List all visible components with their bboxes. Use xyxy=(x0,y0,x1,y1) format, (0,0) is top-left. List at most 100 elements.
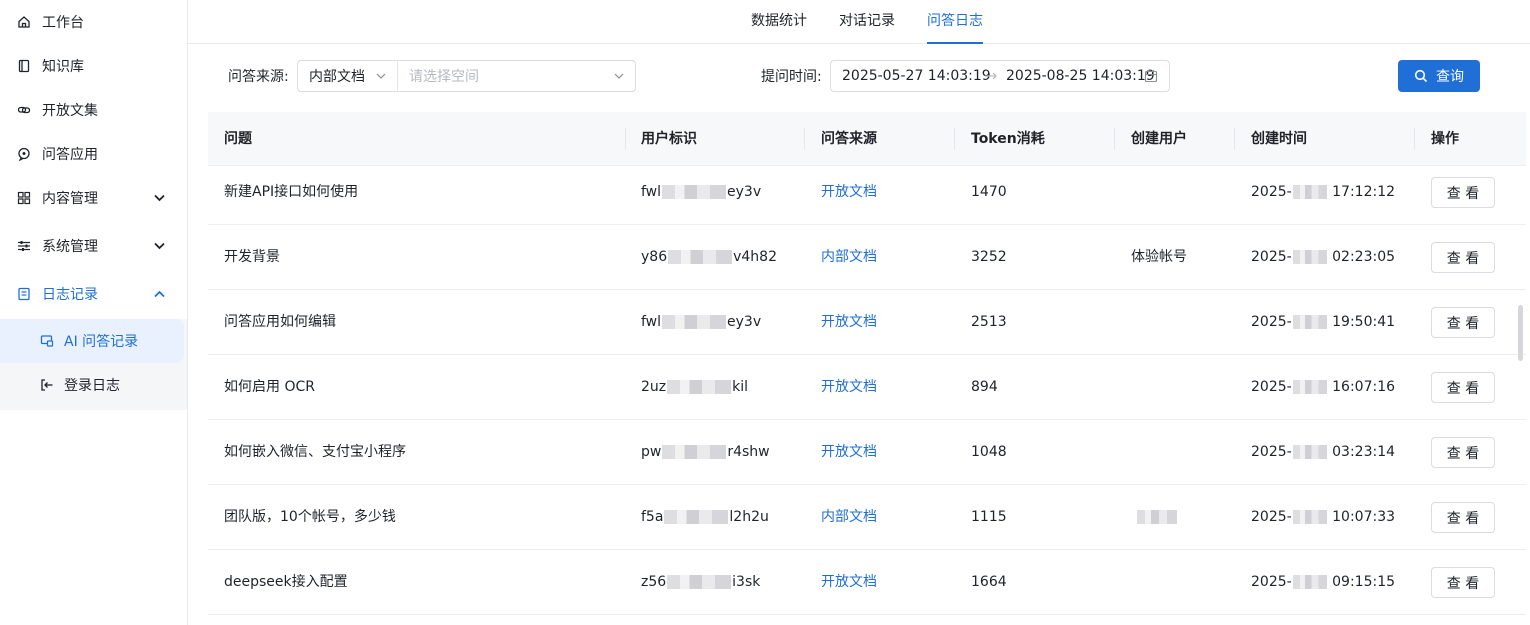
cell-source-link[interactable]: 开放文档 xyxy=(821,355,877,420)
view-button[interactable]: 查 看 xyxy=(1431,502,1495,533)
vertical-scrollbar[interactable] xyxy=(1518,305,1523,361)
cell-source-link[interactable]: 开放文档 xyxy=(821,420,877,485)
user-id-prefix: y86 xyxy=(641,249,668,265)
redacted-mask xyxy=(1292,185,1327,199)
redacted-mask xyxy=(662,185,727,199)
user-id-prefix: z56 xyxy=(641,574,667,590)
cell-source-link[interactable]: 内部文档 xyxy=(821,225,877,290)
column-header-actions: 操作 xyxy=(1431,131,1459,147)
time-suffix: 17:12:12 xyxy=(1332,184,1396,200)
sidebar-item-label: 知识库 xyxy=(42,59,84,75)
view-button[interactable]: 查 看 xyxy=(1431,177,1495,208)
sidebar-item-login-logs[interactable]: 登录日志 xyxy=(0,363,187,407)
source-filter: 内部文档 请选择空间 xyxy=(297,60,636,92)
logs-submenu: AI 问答记录 登录日志 xyxy=(0,319,187,410)
sidebar-item-label: AI 问答记录 xyxy=(64,334,139,350)
cell-source-link[interactable]: 内部文档 xyxy=(821,485,877,550)
space-select[interactable]: 请选择空间 xyxy=(398,61,635,91)
column-header-created-time: 创建时间 xyxy=(1251,131,1307,147)
sidebar-item-label: 日志记录 xyxy=(42,287,98,303)
source-filter-label: 问答来源: xyxy=(228,69,289,85)
view-button[interactable]: 查 看 xyxy=(1431,307,1495,338)
time-prefix: 2025- xyxy=(1251,444,1292,460)
redacted-mask xyxy=(664,510,729,524)
chevron-down-icon xyxy=(153,192,165,204)
sidebar-item-label: 系统管理 xyxy=(42,239,98,255)
redacted-mask xyxy=(1292,575,1327,589)
sidebar-item-workbench[interactable]: 工作台 xyxy=(0,0,187,44)
column-divider xyxy=(625,128,626,150)
cell-creator: 体验帐号 xyxy=(1131,249,1187,265)
chevron-down-icon xyxy=(613,70,625,82)
sidebar-item-label: 工作台 xyxy=(42,15,84,31)
column-header-user-id: 用户标识 xyxy=(641,131,697,147)
tab-conversation-records[interactable]: 对话记录 xyxy=(839,0,895,44)
redacted-mask xyxy=(668,250,733,264)
view-button[interactable]: 查 看 xyxy=(1431,372,1495,403)
sidebar-item-knowledge-base[interactable]: 知识库 xyxy=(0,44,187,88)
tab-bar: 数据统计 对话记录 问答日志 xyxy=(188,0,1530,44)
sidebar-item-content-management[interactable]: 内容管理 xyxy=(0,176,187,220)
cell-question: 问答应用如何编辑 xyxy=(224,314,336,330)
grid-icon xyxy=(16,190,32,206)
user-id-prefix: fwl xyxy=(641,184,662,200)
sidebar-item-logs[interactable]: 日志记录 xyxy=(0,272,187,316)
time-prefix: 2025- xyxy=(1251,574,1292,590)
cell-question: 团队版，10个帐号，多少钱 xyxy=(224,509,396,525)
cell-creator xyxy=(1136,485,1178,550)
chevron-down-icon xyxy=(153,240,165,252)
cell-question: 如何嵌入微信、支付宝小程序 xyxy=(224,444,406,460)
date-range-picker[interactable]: 2025-05-27 14:03:19 2025-08-25 14:03:19 xyxy=(830,60,1170,92)
redacted-mask xyxy=(1137,510,1177,524)
tab-data-statistics[interactable]: 数据统计 xyxy=(751,0,807,44)
space-select-placeholder: 请选择空间 xyxy=(409,69,479,85)
book-icon xyxy=(16,58,32,74)
user-id-prefix: 2uz xyxy=(641,379,667,395)
table-header: 问题 用户标识 问答来源 Token消耗 创建用户 创建时间 操作 xyxy=(208,112,1526,166)
calendar-icon xyxy=(1144,69,1158,87)
cell-question: deepseek接入配置 xyxy=(224,574,348,590)
cell-created-time: 2025- 19:50:41 xyxy=(1251,290,1395,355)
sidebar-item-ai-qa-records[interactable]: AI 问答记录 xyxy=(0,319,184,363)
cell-user-id: f5a l2h2u xyxy=(641,485,769,550)
sidebar-item-label: 登录日志 xyxy=(64,378,120,394)
query-button[interactable]: 查询 xyxy=(1398,60,1480,92)
sidebar-item-qa-apps[interactable]: 问答应用 xyxy=(0,132,187,176)
tab-qa-logs[interactable]: 问答日志 xyxy=(927,0,983,44)
home-icon xyxy=(16,14,32,30)
cell-created-time: 2025- 09:15:15 xyxy=(1251,550,1395,615)
redacted-mask xyxy=(662,445,727,459)
view-button[interactable]: 查 看 xyxy=(1431,437,1495,468)
cell-created-time: 2025- 02:23:05 xyxy=(1251,225,1395,290)
time-suffix: 03:23:14 xyxy=(1332,444,1396,460)
cell-question: 新建API接口如何使用 xyxy=(224,184,359,200)
table-row: 如何启用 OCR 2uz kil 开放文档 894 2025- 16:07:16 … xyxy=(208,355,1526,420)
cell-user-id: z56 i3sk xyxy=(641,550,760,615)
time-prefix: 2025- xyxy=(1251,314,1292,330)
cell-source-link[interactable]: 开放文档 xyxy=(821,550,877,615)
time-prefix: 2025- xyxy=(1251,379,1292,395)
view-button[interactable]: 查 看 xyxy=(1431,242,1495,273)
source-select[interactable]: 内部文档 xyxy=(298,61,398,91)
cell-question: 开发背景 xyxy=(224,249,280,265)
user-id-suffix: r4shw xyxy=(727,444,770,460)
link-icon xyxy=(16,102,32,118)
cell-user-id: y86 v4h82 xyxy=(641,225,777,290)
cell-source-link[interactable]: 开放文档 xyxy=(821,160,877,225)
sidebar-item-system-management[interactable]: 系统管理 xyxy=(0,224,187,268)
time-prefix: 2025- xyxy=(1251,184,1292,200)
cell-source-link[interactable]: 开放文档 xyxy=(821,290,877,355)
time-suffix: 16:07:16 xyxy=(1332,379,1396,395)
end-date[interactable]: 2025-08-25 14:03:19 xyxy=(1006,68,1155,84)
time-filter-label: 提问时间: xyxy=(761,69,822,85)
view-button[interactable]: 查 看 xyxy=(1431,567,1495,598)
sidebar-item-label: 内容管理 xyxy=(42,191,98,207)
user-id-suffix: ey3v xyxy=(727,314,762,330)
user-id-suffix: v4h82 xyxy=(733,249,777,265)
user-id-prefix: fwl xyxy=(641,314,662,330)
chevron-up-icon xyxy=(153,288,165,300)
start-date[interactable]: 2025-05-27 14:03:19 xyxy=(842,68,991,84)
time-prefix: 2025- xyxy=(1251,509,1292,525)
sidebar-item-open-docs[interactable]: 开放文集 xyxy=(0,88,187,132)
cell-tokens: 1470 xyxy=(971,184,1007,200)
